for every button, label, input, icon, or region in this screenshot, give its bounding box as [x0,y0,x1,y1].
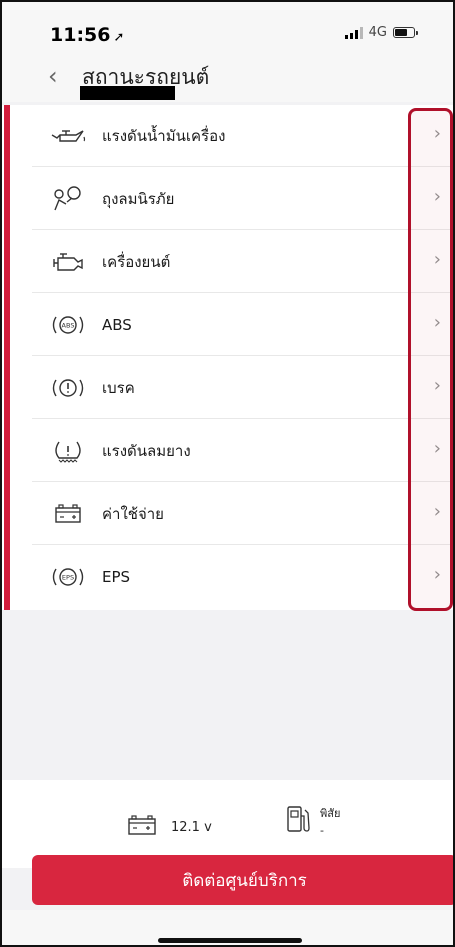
eps-icon: EPS [50,562,92,592]
brake-icon [50,373,92,403]
list-item-label: EPS [102,568,131,586]
chevron-left-icon[interactable]: ‹ [48,62,58,90]
list-item-label: เบรค [102,378,135,397]
list-item-engine[interactable]: เครื่องยนต์ › [32,231,453,293]
battery-icon [393,27,418,38]
tire-pressure-icon [50,436,92,466]
status-list: แรงดันน้ำมันเครื่อง › ถุงลมนิรภัย › เครื… [2,105,453,610]
redacted-plate [80,86,175,100]
voltage-value: 12.1 v [171,819,212,835]
list-item-label: แรงดันน้ำมันเครื่อง [102,126,226,145]
list-item-eps[interactable]: EPS EPS › [32,546,453,608]
clock-text: 11:56 [50,24,111,46]
range-value: - [320,824,324,837]
list-item-label: แรงดันลมยาง [102,441,191,460]
fuel-pump-icon [286,804,310,838]
location-arrow-icon: ➚ [113,30,125,45]
list-item-label: ABS [102,315,132,334]
list-item-airbag[interactable]: ถุงลมนิรภัย › [32,168,453,230]
list-item-label: ค่าใช้จ่าย [102,504,164,523]
car-battery-icon [127,814,157,840]
chevron-right-icon[interactable]: › [434,501,441,522]
list-item-abs[interactable]: ABS ABS › [32,294,453,356]
range-text: พิสัย - [320,804,340,837]
status-time: 11:56 ➚ [50,24,124,46]
nav-header: ‹ สถานะรถยนต์ [2,54,453,102]
network-type: 4G [368,25,387,40]
chevron-right-icon[interactable]: › [434,438,441,459]
contact-service-button[interactable]: ติดต่อศูนย์บริการ [32,855,453,905]
list-item-brake[interactable]: เบรค › [32,357,453,419]
accent-bar [4,105,10,610]
list-item-label: ถุงลมนิรภัย [102,189,175,208]
list-item-expense[interactable]: ค่าใช้จ่าย › [32,483,453,545]
svg-text:EPS: EPS [62,574,74,582]
chevron-right-icon[interactable]: › [434,564,441,585]
chevron-right-icon[interactable]: › [434,312,441,333]
abs-icon: ABS [50,310,92,340]
chevron-right-icon[interactable]: › [434,186,441,207]
svg-text:ABS: ABS [62,321,75,329]
home-indicator[interactable] [158,938,302,943]
battery-expense-icon [50,499,92,529]
range-label: พิสัย [320,807,341,820]
engine-icon [50,247,92,277]
range-info: พิสัย - [286,804,340,838]
oil-pressure-icon [50,121,92,151]
chevron-right-icon[interactable]: › [434,249,441,270]
status-bar: 11:56 ➚ 4G [2,2,453,54]
voltage-info: 12.1 v [127,814,212,840]
chevron-right-icon[interactable]: › [434,123,441,144]
airbag-icon [50,184,92,214]
status-indicators: 4G [344,25,418,40]
chevron-right-icon[interactable]: › [434,375,441,396]
list-item-oil-pressure[interactable]: แรงดันน้ำมันเครื่อง › [32,105,453,167]
signal-icon [344,26,363,39]
phone-screen: 11:56 ➚ 4G ‹ สถานะรถยนต์ แรงดันน้ำมันเครื… [0,0,455,947]
list-item-label: เครื่องยนต์ [102,252,171,271]
list-item-tire-pressure[interactable]: แรงดันลมยาง › [32,420,453,482]
